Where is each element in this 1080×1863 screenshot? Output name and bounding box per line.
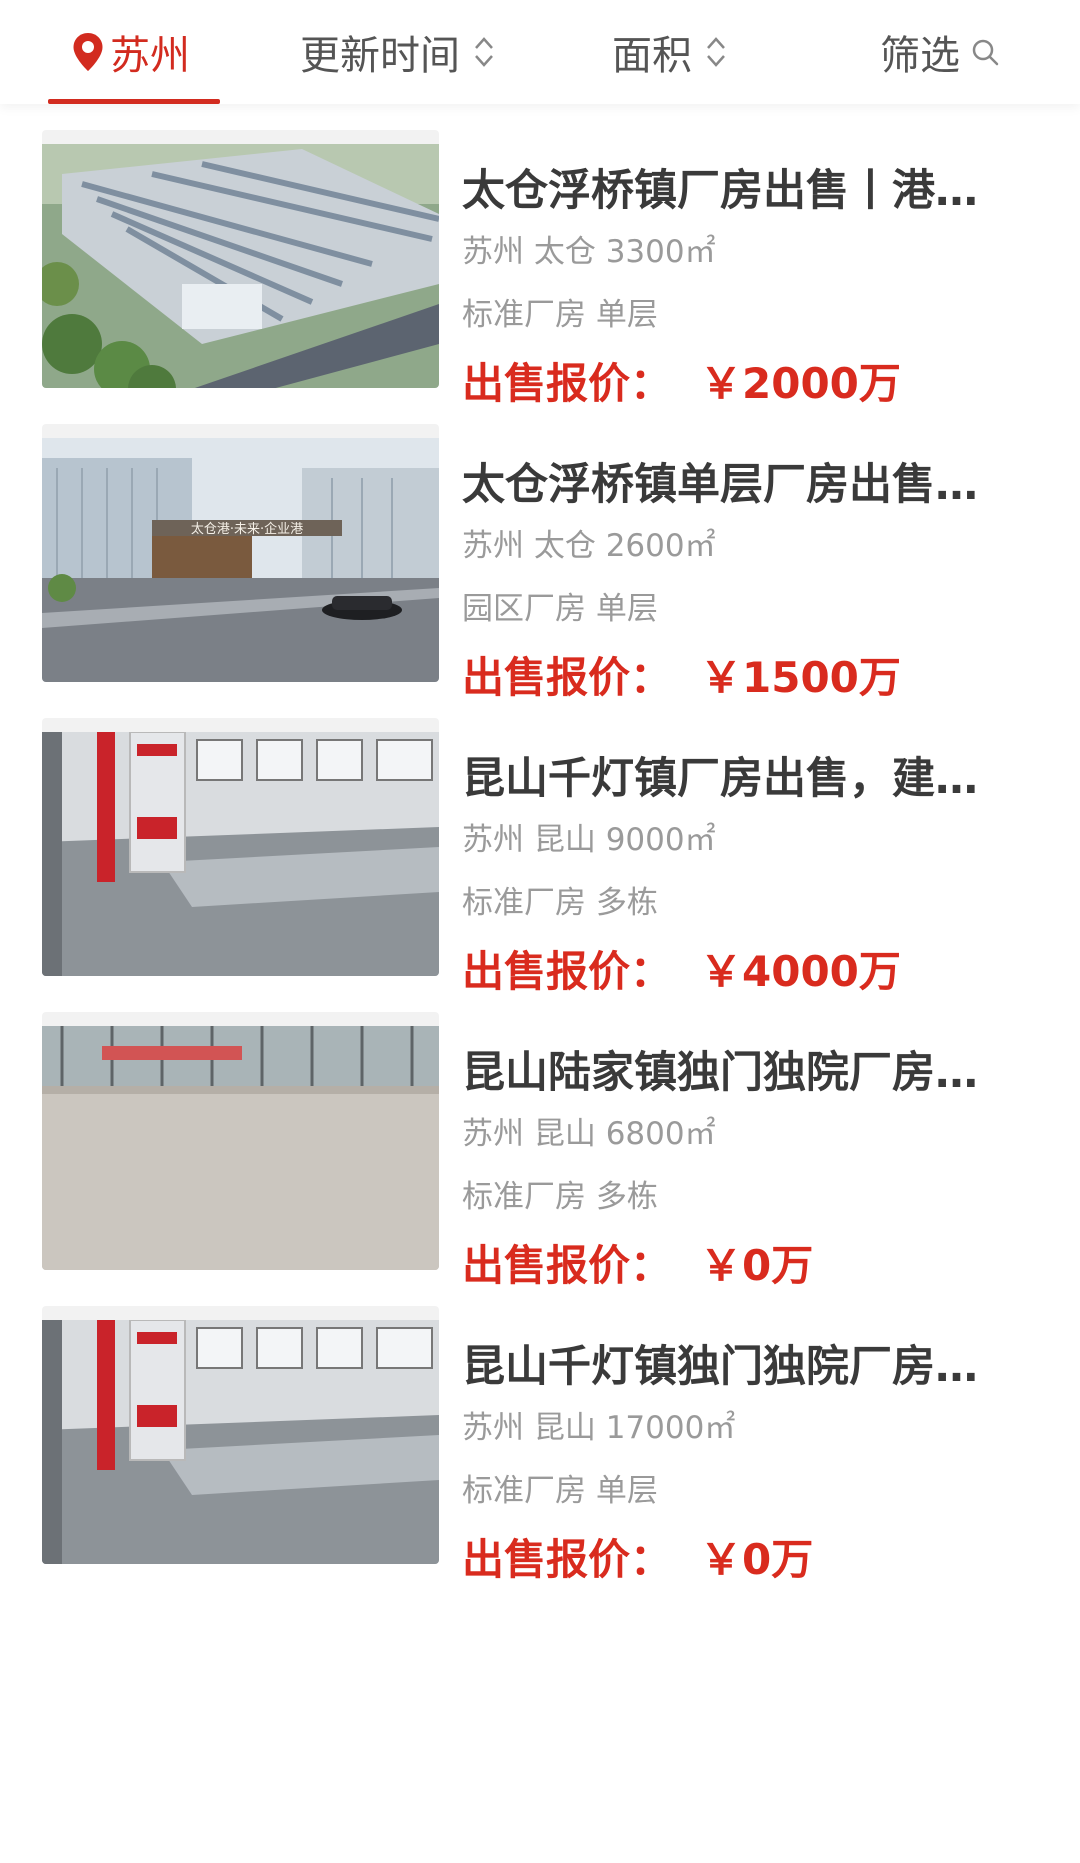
gate-sign-text: 太仓港·未来·企业港 <box>191 521 303 537</box>
listing-card[interactable]: 昆山千灯镇独门独院厂房… 苏州 昆山 17000㎡ 标准厂房 单层 出售报价： ￥… <box>0 1280 1080 1584</box>
listing-title[interactable]: 昆山陆家镇独门独院厂房… <box>462 1038 1002 1100</box>
sort-update-time-label: 更新时间 <box>300 33 460 79</box>
listing-type: 园区厂房 单层 <box>462 591 658 627</box>
listing-photo[interactable] <box>42 1012 439 1270</box>
listing-title[interactable]: 太仓浮桥镇单层厂房出售… <box>462 450 1002 512</box>
listing-location: 苏州 昆山 17000㎡ <box>462 1410 736 1446</box>
factory-interior-photo-icon <box>42 732 439 976</box>
listing-title[interactable]: 昆山千灯镇独门独院厂房… <box>462 1332 1002 1394</box>
city-label: 苏州 <box>110 33 190 79</box>
listing-photo[interactable]: 太仓港·未来·企业港 <box>42 424 439 682</box>
factory-aerial-photo-icon <box>42 144 439 388</box>
sort-area[interactable]: 面积 <box>612 0 728 104</box>
city-selector[interactable]: 苏州 <box>72 0 190 104</box>
sort-update-time[interactable]: 更新时间 <box>300 0 496 104</box>
listing-type: 标准厂房 单层 <box>462 1473 658 1509</box>
listing-card[interactable]: 太仓浮桥镇厂房出售丨港… 苏州 太仓 3300㎡ 标准厂房 单层 出售报价： ￥2… <box>0 104 1080 408</box>
listing-type: 标准厂房 单层 <box>462 297 658 333</box>
listing-price: 出售报价： ￥0万 <box>462 1526 813 1587</box>
listing-location: 苏州 太仓 2600㎡ <box>462 528 716 564</box>
listing-photo[interactable] <box>42 130 439 388</box>
sort-arrows-icon <box>707 37 725 67</box>
search-icon <box>972 39 999 66</box>
price-label: 出售报价： <box>462 1535 673 1584</box>
listing-title[interactable]: 昆山千灯镇厂房出售，建… <box>462 744 1002 806</box>
industrial-park-gate-photo-icon: 太仓港·未来·企业港 <box>42 438 439 682</box>
filter-bar: 苏州 更新时间 面积 筛选 <box>0 0 1080 104</box>
listing-type: 标准厂房 多栋 <box>462 885 658 921</box>
listing-card[interactable]: 昆山千灯镇厂房出售，建… 苏州 昆山 9000㎡ 标准厂房 多栋 出售报价： ￥4… <box>0 692 1080 996</box>
filter-label: 筛选 <box>880 33 960 79</box>
location-pin-icon <box>73 33 103 71</box>
listing-location: 苏州 昆山 6800㎡ <box>462 1116 716 1152</box>
factory-interior-photo-icon <box>42 1320 439 1564</box>
listing-photo[interactable] <box>42 1306 439 1564</box>
listing-photo[interactable] <box>42 718 439 976</box>
listing-location: 苏州 太仓 3300㎡ <box>462 234 716 270</box>
price-value: ￥0万 <box>700 1535 814 1584</box>
listing-card[interactable]: 昆山陆家镇独门独院厂房… 苏州 昆山 6800㎡ 标准厂房 多栋 出售报价： ￥0… <box>0 986 1080 1290</box>
sort-area-label: 面积 <box>612 33 692 79</box>
listing-title[interactable]: 太仓浮桥镇厂房出售丨港… <box>462 156 1002 218</box>
sort-arrows-icon <box>475 37 493 67</box>
filter-button[interactable]: 筛选 <box>880 0 1000 104</box>
listing-type: 标准厂房 多栋 <box>462 1179 658 1215</box>
listing-card[interactable]: 太仓港·未来·企业港 太仓浮桥镇单层厂房出售… 苏州 太仓 2600㎡ 园区厂房… <box>0 398 1080 702</box>
listing-location: 苏州 昆山 9000㎡ <box>462 822 716 858</box>
empty-warehouse-photo-icon <box>42 1026 439 1270</box>
